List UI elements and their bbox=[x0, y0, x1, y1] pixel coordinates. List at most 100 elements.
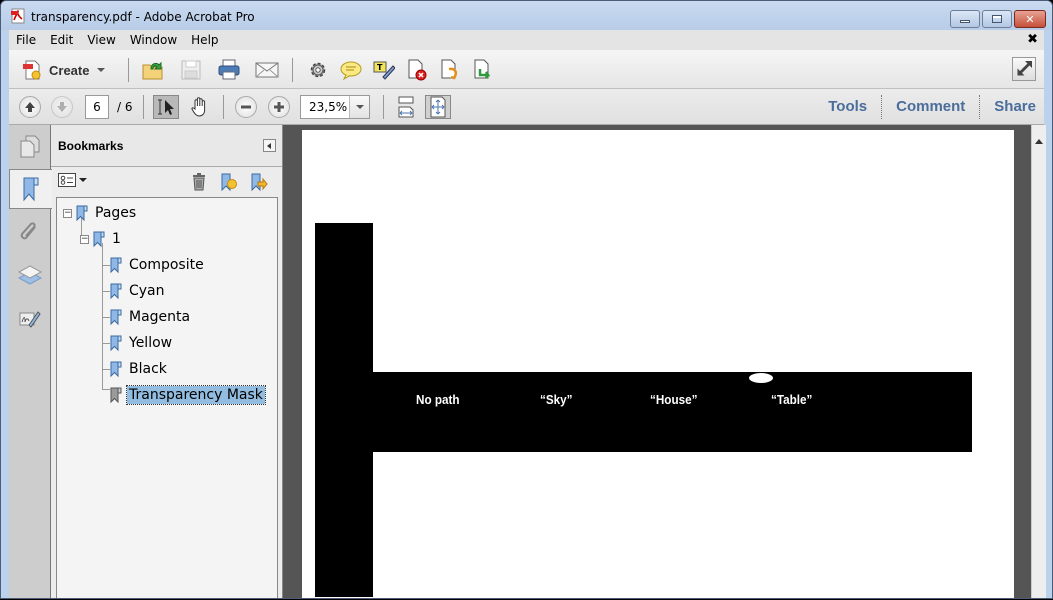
bookmarks-panel-button[interactable] bbox=[9, 169, 52, 209]
email-button[interactable] bbox=[255, 59, 279, 81]
save-button[interactable] bbox=[179, 59, 203, 81]
bookmark-transparency-mask[interactable]: Transparency Mask bbox=[109, 384, 266, 406]
bookmark-label: Pages bbox=[95, 205, 137, 221]
close-document-icon[interactable]: ✖ bbox=[1027, 32, 1038, 47]
hand-icon bbox=[191, 97, 206, 117]
minimize-button[interactable] bbox=[950, 10, 980, 28]
main-toolbar: Create T bbox=[9, 50, 1044, 89]
new-bookmark-button[interactable] bbox=[220, 172, 238, 195]
bookmark-pages[interactable]: − Pages bbox=[63, 202, 138, 224]
collapse-panel-button[interactable] bbox=[263, 139, 276, 152]
extract-page-icon bbox=[474, 59, 491, 79]
black-horizontal-bar bbox=[373, 372, 972, 452]
next-page-button[interactable] bbox=[51, 96, 73, 118]
document-view[interactable]: No path “Sky” “House” “Table” bbox=[283, 125, 1031, 598]
bookmark-composite[interactable]: Composite bbox=[109, 254, 206, 276]
page-thumbnails-button[interactable] bbox=[9, 127, 51, 167]
separator bbox=[223, 95, 224, 119]
create-button[interactable]: Create bbox=[21, 58, 106, 82]
collapse-toggle[interactable]: − bbox=[63, 208, 72, 218]
hand-tool-button[interactable] bbox=[187, 95, 213, 119]
rotate-page-button[interactable] bbox=[438, 59, 462, 81]
bookmark-label: Transparency Mask bbox=[126, 385, 266, 405]
zoom-in-button[interactable] bbox=[268, 96, 290, 118]
tools-link[interactable]: Tools bbox=[814, 95, 881, 119]
svg-text:T: T bbox=[377, 63, 383, 72]
edit-text-button[interactable]: T bbox=[372, 59, 396, 81]
menu-window[interactable]: Window bbox=[123, 33, 184, 47]
expand-icon bbox=[1017, 61, 1032, 76]
extract-page-button[interactable] bbox=[471, 59, 495, 81]
page-thumbnails-icon bbox=[20, 135, 40, 158]
select-tool-button[interactable] bbox=[153, 95, 179, 119]
bookmark-magenta[interactable]: Magenta bbox=[109, 306, 192, 328]
menu-help[interactable]: Help bbox=[184, 33, 225, 47]
label-house: “House” bbox=[650, 392, 698, 407]
bookmark-label: Magenta bbox=[129, 309, 191, 325]
create-label: Create bbox=[49, 62, 90, 78]
chevron-left-icon bbox=[267, 142, 271, 149]
layers-icon bbox=[17, 265, 43, 285]
previous-page-button[interactable] bbox=[19, 96, 41, 118]
create-dropdown-icon bbox=[97, 68, 106, 72]
page-number-input[interactable]: 6 bbox=[85, 95, 109, 119]
signatures-icon bbox=[19, 311, 41, 328]
menu-edit[interactable]: Edit bbox=[43, 33, 80, 47]
bookmarks-toolbar bbox=[51, 168, 282, 196]
bookmark-cyan[interactable]: Cyan bbox=[109, 280, 167, 302]
open-folder-icon bbox=[142, 61, 163, 80]
separator bbox=[383, 95, 384, 119]
share-link[interactable]: Share bbox=[980, 95, 1044, 119]
layers-button[interactable] bbox=[9, 255, 51, 295]
label-sky: “Sky” bbox=[540, 392, 573, 407]
expand-bookmark-button[interactable] bbox=[250, 172, 268, 195]
minus-icon bbox=[241, 105, 251, 109]
bookmark-label: Yellow bbox=[129, 335, 173, 351]
fit-page-button[interactable] bbox=[425, 95, 451, 119]
collapse-toggle[interactable]: − bbox=[80, 234, 89, 244]
settings-button[interactable] bbox=[306, 59, 330, 81]
maximize-button[interactable] bbox=[982, 10, 1012, 28]
bookmarks-title: Bookmarks bbox=[58, 139, 124, 153]
bookmark-black[interactable]: Black bbox=[109, 358, 169, 380]
select-cursor-icon bbox=[158, 99, 174, 115]
scroll-up-icon[interactable] bbox=[1035, 139, 1043, 144]
print-button[interactable] bbox=[217, 59, 241, 81]
title-bar: transparency.pdf - Adobe Acrobat Pro ✕ bbox=[1, 1, 1052, 30]
scrolling-mode-button[interactable] bbox=[393, 95, 419, 119]
minimize-icon bbox=[960, 20, 970, 23]
vertical-scrollbar[interactable] bbox=[1031, 125, 1046, 598]
trash-icon bbox=[193, 173, 205, 191]
options-button[interactable] bbox=[58, 173, 87, 187]
attachments-button[interactable] bbox=[9, 213, 51, 253]
email-icon bbox=[255, 62, 279, 78]
comment-bubble-icon bbox=[340, 61, 362, 80]
menu-bar: File Edit View Window Help ✖ bbox=[9, 30, 1044, 50]
separator bbox=[143, 95, 144, 119]
separator bbox=[292, 58, 293, 82]
chevron-down-icon bbox=[79, 178, 87, 182]
delete-page-button[interactable] bbox=[405, 59, 429, 81]
label-table: “Table” bbox=[771, 392, 813, 407]
bookmark-label: 1 bbox=[112, 231, 121, 247]
zoom-out-button[interactable] bbox=[235, 96, 257, 118]
menu-view[interactable]: View bbox=[80, 33, 122, 47]
bookmark-yellow[interactable]: Yellow bbox=[109, 332, 174, 354]
comment-button[interactable] bbox=[339, 59, 363, 81]
options-menu-icon bbox=[58, 173, 76, 187]
expand-button[interactable] bbox=[1012, 57, 1036, 81]
bookmark-label: Composite bbox=[129, 257, 204, 273]
attachments-icon bbox=[20, 222, 36, 240]
close-button[interactable]: ✕ bbox=[1014, 10, 1046, 28]
delete-bookmark-button[interactable] bbox=[191, 173, 207, 194]
comment-link[interactable]: Comment bbox=[882, 95, 979, 119]
gear-icon bbox=[310, 62, 326, 78]
zoom-level-select[interactable]: 23,5% bbox=[300, 95, 370, 119]
bookmark-page-1[interactable]: − 1 bbox=[80, 228, 123, 250]
label-no-path: No path bbox=[416, 392, 460, 407]
open-button[interactable] bbox=[141, 59, 165, 81]
bookmark-icon bbox=[110, 361, 122, 378]
zoom-dropdown-button[interactable] bbox=[349, 96, 369, 118]
menu-file[interactable]: File bbox=[9, 33, 43, 47]
signatures-button[interactable] bbox=[9, 299, 51, 339]
